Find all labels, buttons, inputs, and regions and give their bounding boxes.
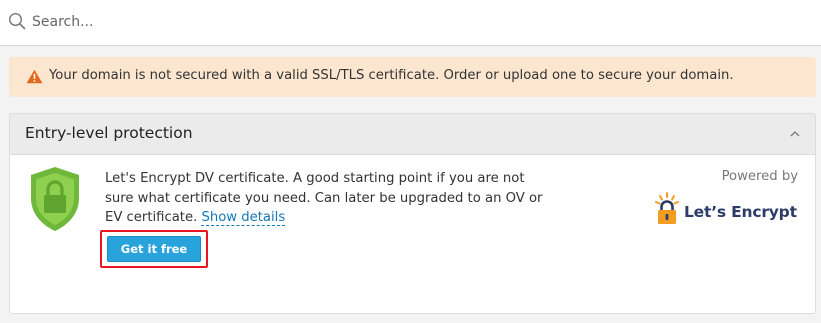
lets-encrypt-logo-text: Let’s Encrypt [684,203,797,221]
alert-message: Your domain is not secured with a valid … [49,68,734,83]
warning-triangle-icon [26,69,43,84]
powered-by-label: Powered by [721,169,798,184]
lets-encrypt-logo-icon [655,192,679,224]
entry-level-protection-card: Entry-level protection Let's Encrypt DV … [9,113,816,314]
shield-lock-icon [31,167,79,231]
search-bar [0,0,821,46]
chevron-up-icon[interactable] [789,129,801,139]
ssl-warning-alert: Your domain is not secured with a valid … [9,57,816,97]
get-it-free-button[interactable]: Get it free [107,236,201,262]
certificate-description: Let's Encrypt DV certificate. A good sta… [105,169,545,228]
show-details-link[interactable]: Show details [201,210,286,226]
lets-encrypt-logo: Let’s Encrypt [653,192,803,226]
description-text: Let's Encrypt DV certificate. A good sta… [105,171,543,225]
search-input[interactable] [32,10,792,34]
card-title: Entry-level protection [25,124,193,142]
action-highlight: Get it free [100,230,208,268]
search-icon [8,12,26,30]
card-header[interactable]: Entry-level protection [10,114,815,155]
